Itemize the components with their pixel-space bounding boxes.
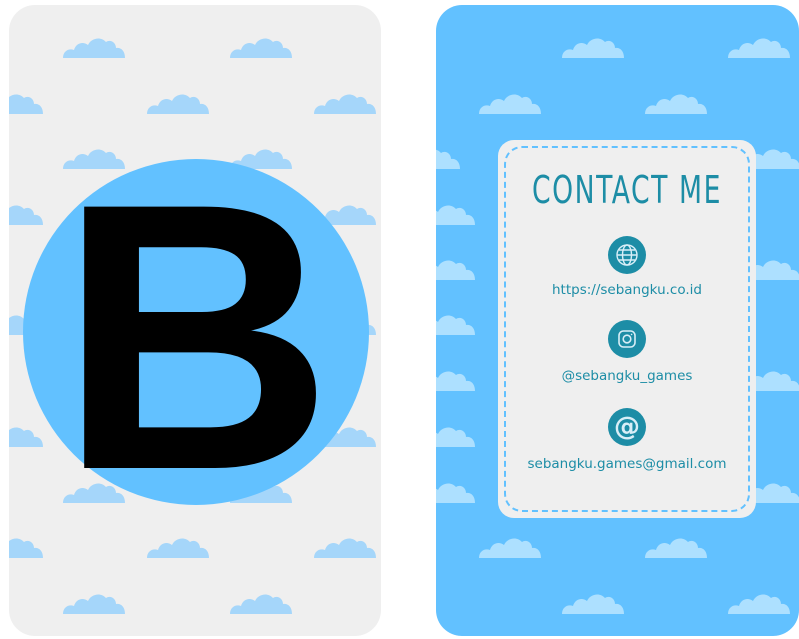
card-back: CONTACT ME https://sebangku.co.id @seban… <box>436 5 799 636</box>
card-front: B <box>9 5 381 636</box>
cloud-icon <box>61 36 127 58</box>
cloud-icon <box>643 92 709 114</box>
email-link[interactable]: sebangku.games@gmail.com <box>498 456 756 472</box>
instagram-handle[interactable]: @sebangku_games <box>498 368 756 384</box>
globe-icon <box>608 236 646 274</box>
cloud-icon <box>436 369 477 391</box>
cloud-icon <box>61 592 127 614</box>
at-sign-icon: @ <box>608 408 646 446</box>
emblem-letter: B <box>58 124 334 549</box>
cloud-icon <box>9 536 45 558</box>
cloud-icon <box>477 92 543 114</box>
cloud-icon <box>312 92 378 114</box>
instagram-icon <box>608 320 646 358</box>
cloud-icon <box>643 536 709 558</box>
contact-panel: CONTACT ME https://sebangku.co.id @seban… <box>498 140 756 518</box>
cloud-icon <box>436 481 477 503</box>
cloud-icon <box>436 258 477 280</box>
cloud-icon <box>726 36 792 58</box>
cloud-icon <box>477 536 543 558</box>
cloud-icon <box>726 592 792 614</box>
cloud-icon <box>436 313 477 335</box>
cloud-icon <box>560 36 626 58</box>
website-link[interactable]: https://sebangku.co.id <box>498 282 756 298</box>
cloud-icon <box>436 425 477 447</box>
cloud-icon <box>228 592 294 614</box>
cloud-icon <box>560 592 626 614</box>
cloud-icon <box>436 147 462 169</box>
cloud-icon <box>145 92 211 114</box>
cloud-icon <box>9 92 45 114</box>
cloud-icon <box>436 203 477 225</box>
cloud-icon <box>228 36 294 58</box>
contact-title: CONTACT ME <box>531 168 723 212</box>
letter-emblem: B <box>23 124 369 549</box>
